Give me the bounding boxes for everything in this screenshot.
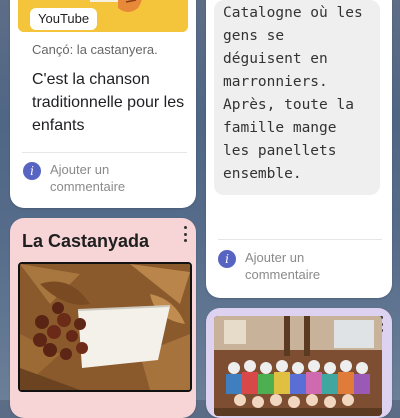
post-title: La Castanyada <box>22 231 150 251</box>
video-thumbnail[interactable]: YouTube <box>18 0 188 32</box>
add-comment-button[interactable]: i Ajouter un commentaire <box>218 249 355 283</box>
add-comment-label: Ajouter un commentaire <box>245 250 321 282</box>
chestnut-photo[interactable] <box>18 262 192 392</box>
add-comment-button[interactable]: i Ajouter un commentaire <box>23 161 150 195</box>
chestnut-illustration <box>20 264 190 390</box>
info-icon: i <box>218 250 236 268</box>
youtube-badge: YouTube <box>30 8 98 30</box>
post-card-photo[interactable] <box>206 308 392 418</box>
post-card-song[interactable]: YouTube Cançó: la castanyera. C'est la c… <box>10 0 196 208</box>
text-block: Catalogne où les gens se déguisent en ma… <box>214 0 380 195</box>
add-comment-label: Ajouter un commentaire <box>50 162 126 194</box>
class-photo-illustration <box>214 316 382 416</box>
post-card-text[interactable]: Catalogne où les gens se déguisent en ma… <box>206 0 392 298</box>
info-icon: i <box>23 162 41 180</box>
kebab-menu-icon[interactable] <box>182 226 188 242</box>
class-photo[interactable] <box>214 316 382 416</box>
post-caption: Cançó: la castanyera. <box>32 42 158 57</box>
post-description: C'est la chanson traditionnelle pour les… <box>32 71 185 134</box>
divider <box>22 152 187 153</box>
post-card-castanyada[interactable]: La Castanyada <box>10 218 196 418</box>
divider <box>218 239 382 240</box>
